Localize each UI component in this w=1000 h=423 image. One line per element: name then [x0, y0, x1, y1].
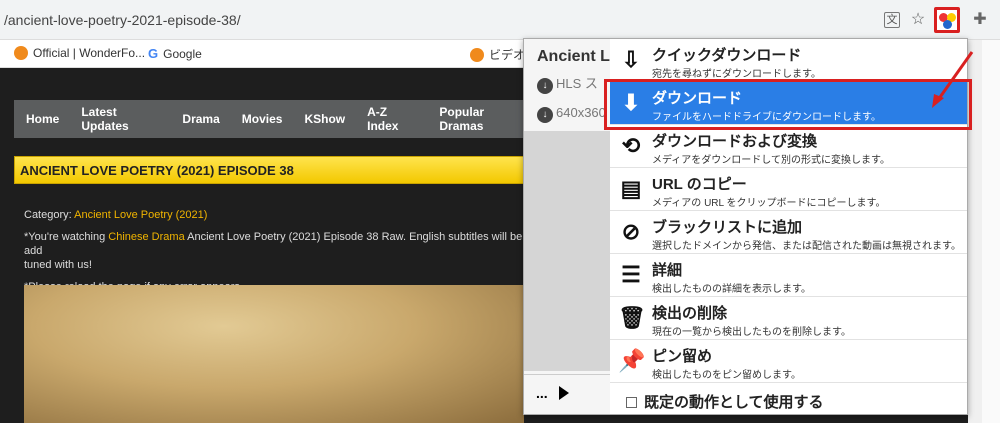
- screen: { "browser": { "url": "/ancient-love-poe…: [0, 0, 1000, 423]
- pointer-arrow: [932, 51, 974, 108]
